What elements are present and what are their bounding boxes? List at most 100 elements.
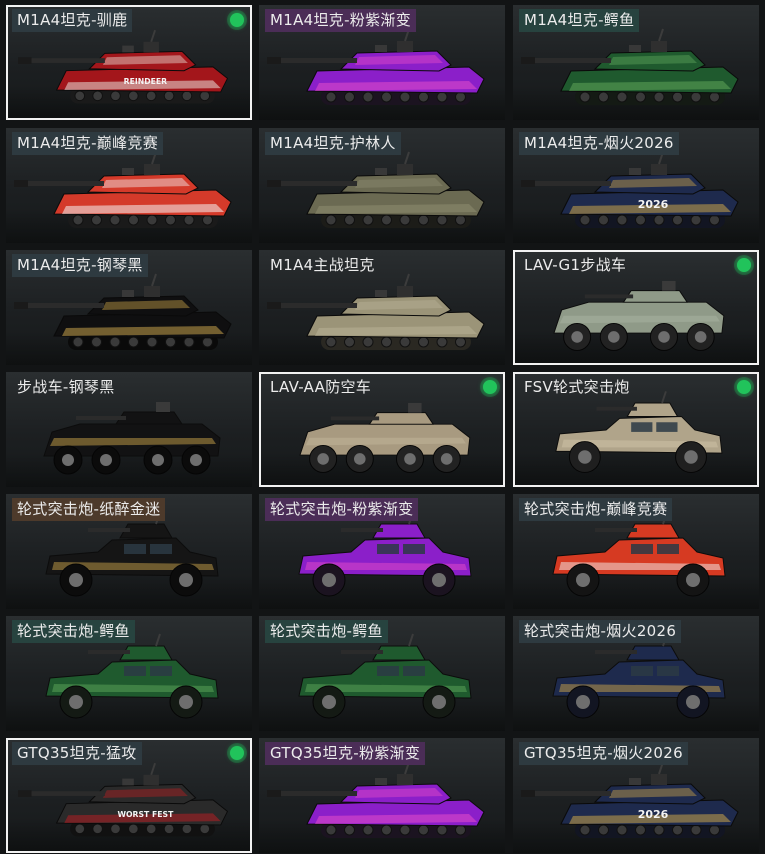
road-wheel <box>181 823 193 835</box>
wheel-hub <box>432 695 446 709</box>
antenna <box>155 633 161 647</box>
skin-card[interactable]: M1A4坦克-巅峰竞赛 <box>6 128 252 243</box>
skin-name-label: FSV轮式突击炮 <box>524 378 630 396</box>
road-wheel <box>325 824 337 836</box>
skin-card[interactable]: M1A4主战坦克 <box>259 250 505 365</box>
skin-name-label: M1A4坦克-烟火2026 <box>519 132 679 155</box>
road-wheel <box>128 214 139 226</box>
road-wheel <box>91 214 102 226</box>
sight <box>375 45 387 52</box>
road-wheel <box>436 336 448 348</box>
antenna <box>404 151 410 165</box>
antenna <box>408 633 414 647</box>
wheel-hub <box>69 573 83 587</box>
road-wheel <box>145 823 157 835</box>
skin-card[interactable]: M1A4坦克-粉紫渐变 <box>259 5 505 120</box>
wheel-hub <box>69 695 83 709</box>
armored-car-silhouette <box>552 511 726 597</box>
road-wheel <box>325 91 337 103</box>
antenna <box>404 273 410 287</box>
apc-silhouette <box>299 402 471 473</box>
armored-car-silhouette <box>298 511 472 597</box>
wheel-hub <box>658 331 670 343</box>
road-wheel <box>344 91 355 103</box>
skin-card[interactable]: 轮式突击炮-粉紫渐变 <box>259 494 505 609</box>
skin-card[interactable]: FSV轮式突击炮 <box>513 372 759 487</box>
road-wheel <box>202 336 213 348</box>
wheel-hub <box>179 573 193 587</box>
road-wheel <box>74 90 86 102</box>
wheel-hub <box>686 695 700 709</box>
antenna <box>658 28 664 42</box>
skin-name-label: M1A4坦克-巅峰竞赛 <box>12 132 164 155</box>
road-wheel <box>163 90 175 102</box>
skin-card[interactable]: 轮式突击炮-鳄鱼 <box>259 616 505 731</box>
skin-name-label: GTQ35坦克-粉紫渐变 <box>265 742 426 765</box>
sight <box>629 778 641 785</box>
road-wheel <box>199 90 211 102</box>
road-wheel <box>579 91 591 103</box>
wheel-hub <box>100 454 112 466</box>
skin-card[interactable]: M1A4坦克-钢琴黑 <box>6 250 252 365</box>
armored-car-silhouette <box>298 633 472 719</box>
road-wheel <box>381 336 392 348</box>
road-wheel <box>653 91 665 103</box>
skin-name-label: 轮式突击炮-巅峰竞赛 <box>519 498 673 521</box>
skin-card[interactable]: 步战车-钢琴黑 <box>6 372 252 487</box>
barrel <box>595 650 637 654</box>
weapon-station <box>156 402 170 412</box>
muzzle <box>521 180 535 187</box>
tank-silhouette <box>18 762 229 837</box>
skin-card[interactable]: GTQ35坦克-粉紫渐变 <box>259 738 505 853</box>
cupola <box>144 286 160 297</box>
road-wheel <box>109 336 121 348</box>
skin-card[interactable]: LAV-G1步战车 <box>513 250 759 365</box>
apc-silhouette <box>553 280 725 351</box>
sight <box>629 168 641 175</box>
road-wheel <box>455 336 466 348</box>
skin-card[interactable]: 轮式突击炮-纸醉金迷 <box>6 494 252 609</box>
skin-card[interactable]: M1A4坦克-护林人 <box>259 128 505 243</box>
skin-card[interactable]: 轮式突击炮-巅峰竞赛 <box>513 494 759 609</box>
road-wheel <box>418 824 429 836</box>
skin-card[interactable]: REINDEER M1A4坦克-驯鹿 <box>6 5 252 120</box>
skin-card[interactable]: LAV-AA防空车 <box>259 372 505 487</box>
sight <box>122 168 134 175</box>
tank-silhouette <box>14 273 232 350</box>
armored-car-silhouette <box>552 633 726 719</box>
window <box>631 544 653 554</box>
road-wheel <box>74 823 86 835</box>
tank-silhouette <box>267 28 485 105</box>
skin-card[interactable]: 2026 GTQ35坦克-烟火2026 <box>513 738 759 853</box>
skin-card[interactable]: 2026 M1A4坦克-烟火2026 <box>513 128 759 243</box>
wheel-hub <box>571 331 583 343</box>
wheel-hub <box>179 695 193 709</box>
road-wheel <box>709 91 720 103</box>
armored-car-silhouette <box>45 633 219 719</box>
skin-name-label: LAV-AA防空车 <box>270 378 372 396</box>
road-wheel <box>199 823 211 835</box>
muzzle <box>267 790 281 797</box>
road-wheel <box>325 214 337 226</box>
muzzle <box>267 302 281 309</box>
muzzle <box>267 180 281 187</box>
road-wheel <box>616 91 628 103</box>
road-wheel <box>165 214 176 226</box>
road-wheel <box>635 91 646 103</box>
skin-decal: REINDEER <box>124 77 168 86</box>
skin-card[interactable]: 轮式突击炮-烟火2026 <box>513 616 759 731</box>
barrel <box>584 294 634 299</box>
road-wheel <box>163 823 175 835</box>
road-wheel <box>72 214 84 226</box>
skin-card[interactable]: 轮式突击炮-鳄鱼 <box>6 616 252 731</box>
skin-card[interactable]: WORST FEST GTQ35坦克-猛攻 <box>6 738 252 853</box>
road-wheel <box>165 336 176 348</box>
wheel-hub <box>322 573 336 587</box>
wheel-hub <box>190 454 202 466</box>
skin-card[interactable]: M1A4坦克-鳄鱼 <box>513 5 759 120</box>
skin-name-label: M1A4坦克-驯鹿 <box>12 9 133 32</box>
skin-name-label: LAV-G1步战车 <box>524 256 627 274</box>
skin-name-label: M1A4坦克-鳄鱼 <box>519 9 640 32</box>
window <box>657 544 679 554</box>
wheel-hub <box>686 573 700 587</box>
